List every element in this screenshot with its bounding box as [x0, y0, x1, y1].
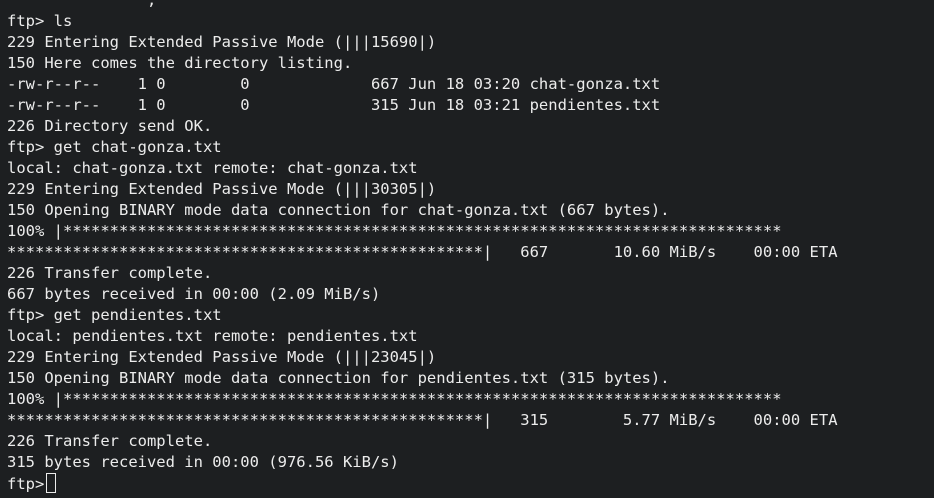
prompt-label: ftp>	[7, 475, 45, 493]
terminal-line: ****************************************…	[7, 243, 838, 261]
terminal-line: -rw-r--r-- 1 0 0 667 Jun 18 03:20 chat-g…	[7, 75, 661, 93]
terminal-line: ftp> ls	[7, 12, 73, 30]
terminal-line: 150 Opening BINARY mode data connection …	[7, 201, 670, 219]
terminal-line: 100% |**********************************…	[7, 390, 782, 408]
terminal-line: 667 bytes received in 00:00 (2.09 MiB/s)	[7, 285, 381, 303]
terminal-line: 150 Opening BINARY mode data connection …	[7, 369, 670, 387]
terminal-window[interactable]: , ftp> ls 229 Entering Extended Passive …	[0, 0, 934, 498]
text-cursor[interactable]	[46, 473, 57, 493]
terminal-line: 226 Transfer complete.	[7, 432, 213, 450]
terminal-line: ftp> get chat-gonza.txt	[7, 138, 222, 156]
terminal-line: 229 Entering Extended Passive Mode (|||3…	[7, 180, 437, 198]
terminal-line: local: chat-gonza.txt remote: chat-gonza…	[7, 159, 418, 177]
terminal-line: ****************************************…	[7, 411, 838, 429]
terminal-line: 229 Entering Extended Passive Mode (|||1…	[7, 33, 437, 51]
terminal-line: ,	[7, 0, 157, 9]
terminal-line: 100% |**********************************…	[7, 222, 782, 240]
terminal-line: 150 Here comes the directory listing.	[7, 54, 353, 72]
terminal-line: ftp> get pendientes.txt	[7, 306, 222, 324]
terminal-line: local: pendientes.txt remote: pendientes…	[7, 327, 418, 345]
terminal-output: , ftp> ls 229 Entering Extended Passive …	[7, 0, 934, 494]
terminal-line: 226 Directory send OK.	[7, 117, 213, 135]
terminal-line: 226 Transfer complete.	[7, 264, 213, 282]
terminal-line: 229 Entering Extended Passive Mode (|||2…	[7, 348, 437, 366]
terminal-line: 315 bytes received in 00:00 (976.56 KiB/…	[7, 453, 399, 471]
command-prompt-line[interactable]: ftp>	[7, 473, 934, 494]
terminal-line: -rw-r--r-- 1 0 0 315 Jun 18 03:21 pendie…	[7, 96, 661, 114]
